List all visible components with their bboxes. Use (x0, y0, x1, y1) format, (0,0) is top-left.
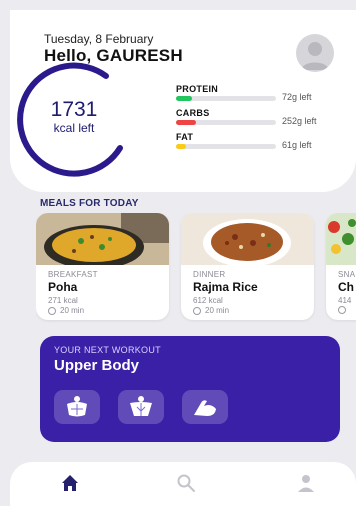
macro-progress-fill (176, 144, 186, 149)
kcal-left-label: kcal left (53, 121, 95, 135)
avatar[interactable] (296, 34, 334, 72)
macro-name: CARBS (176, 108, 210, 118)
clock-icon (193, 306, 201, 315)
home-icon (62, 475, 78, 491)
meal-time-label: 20 min (60, 306, 85, 315)
macro-remaining: 252g left (282, 116, 317, 126)
macro-fat: FAT 61g left (176, 132, 346, 150)
macro-name: PROTEIN (176, 84, 219, 94)
meals-carousel[interactable]: BREAKFAST Poha 271 kcal 20 min DINNER Ra… (36, 213, 356, 323)
meal-card-snack[interactable]: SNA Ch 414 (326, 213, 356, 320)
meal-kcal: 612 kcal (193, 296, 223, 305)
kcal-left-value: 1731 (50, 98, 98, 121)
bottom-navigation (10, 462, 356, 506)
exercise-chest-button[interactable] (54, 390, 100, 424)
header-card: Tuesday, 8 February Hello, GAURESH 1731 … (10, 10, 356, 192)
meal-kcal: 271 kcal (48, 296, 78, 305)
profile-icon (298, 475, 314, 492)
meal-time: 20 min (193, 306, 229, 315)
nav-profile[interactable] (294, 472, 318, 494)
macro-carbs: CARBS 252g left (176, 108, 346, 126)
meal-type: SNA (338, 270, 356, 279)
snack-image (326, 213, 356, 265)
rajma-rice-image (181, 213, 314, 265)
macro-progress-track (176, 120, 276, 125)
search-icon (177, 474, 195, 492)
meal-name: Ch (338, 280, 354, 294)
meal-kcal: 414 (338, 296, 352, 305)
date-label: Tuesday, 8 February (44, 32, 154, 46)
user-avatar-icon (301, 42, 329, 70)
macro-progress-track (176, 96, 276, 101)
exercise-biceps-button[interactable] (182, 390, 228, 424)
meal-card-dinner[interactable]: DINNER Rajma Rice 612 kcal 20 min (181, 213, 314, 320)
macro-progress-fill (176, 120, 196, 125)
macro-progress-track (176, 144, 276, 149)
macro-name: FAT (176, 132, 194, 142)
exercise-back-button[interactable] (118, 390, 164, 424)
meal-time-label: 20 min (205, 306, 230, 315)
macro-protein: PROTEIN 72g left (176, 84, 346, 102)
biceps-icon (194, 400, 216, 416)
workout-eyebrow: YOUR NEXT WORKOUT (54, 345, 161, 355)
meal-type: BREAKFAST (48, 270, 98, 279)
meal-name: Poha (48, 280, 78, 294)
back-icon (130, 396, 152, 416)
clock-icon (338, 306, 346, 314)
nav-search[interactable] (174, 472, 198, 494)
macro-progress-fill (176, 96, 192, 101)
macro-remaining: 61g left (282, 140, 312, 150)
meal-card-breakfast[interactable]: BREAKFAST Poha 271 kcal 20 min (36, 213, 169, 320)
meal-type: DINNER (193, 270, 226, 279)
macro-remaining: 72g left (282, 92, 312, 102)
poha-image (36, 213, 169, 265)
workout-title: Upper Body (54, 357, 140, 374)
nav-home[interactable] (58, 472, 82, 494)
meal-time: 20 min (48, 306, 84, 315)
meal-time (338, 306, 350, 314)
chest-icon (67, 396, 87, 417)
next-workout-card[interactable]: YOUR NEXT WORKOUT Upper Body (40, 336, 340, 442)
meal-name: Rajma Rice (193, 280, 258, 294)
meals-section-title: MEALS FOR TODAY (40, 198, 139, 209)
clock-icon (48, 306, 56, 315)
